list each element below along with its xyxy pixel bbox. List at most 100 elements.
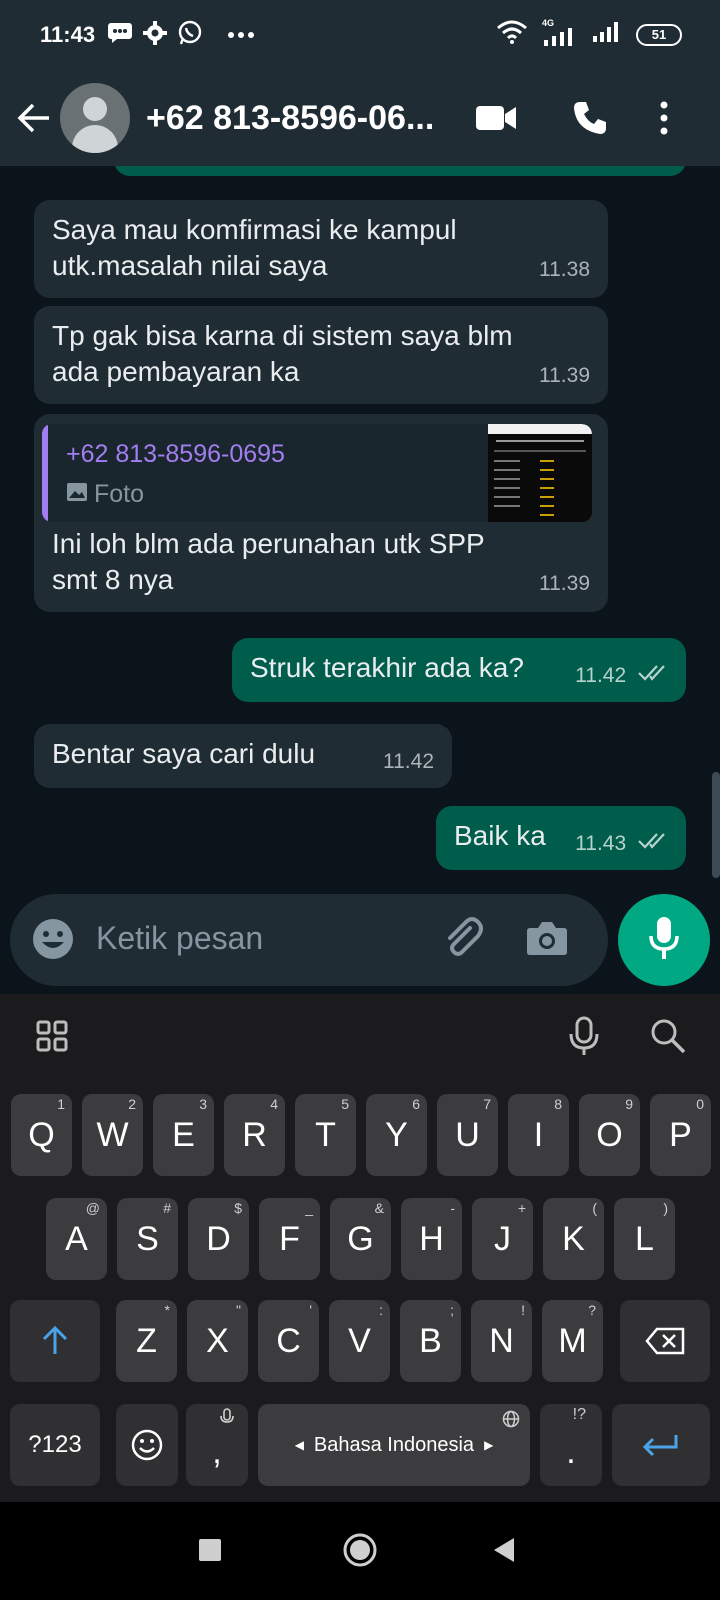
chat-area[interactable]: Saya mau komfirmasi ke kampul utk.masala… — [0, 166, 720, 886]
message-text-line: Ini loh blm ada perunahan utk SPP — [52, 528, 485, 559]
search-icon[interactable] — [650, 1018, 686, 1059]
key-hint: 6 — [412, 1096, 420, 1112]
space-left-arrow-icon: ◀ — [294, 1438, 304, 1452]
voice-call-icon[interactable] — [562, 90, 618, 146]
key-e[interactable]: E3 — [153, 1094, 214, 1176]
comma-key[interactable]: , — [186, 1404, 248, 1486]
key-hint: 5 — [341, 1096, 349, 1112]
voice-input-icon[interactable] — [568, 1016, 600, 1061]
key-y[interactable]: Y6 — [366, 1094, 427, 1176]
key-o[interactable]: O9 — [579, 1094, 640, 1176]
message-input-placeholder: Ketik pesan — [96, 920, 264, 956]
back-arrow-icon[interactable] — [12, 96, 56, 140]
message-incoming[interactable]: Tp gak bisa karna di sistem saya blm ada… — [34, 306, 608, 404]
key-label: A — [65, 1219, 88, 1258]
quoted-message[interactable]: +62 813-8596-0695 Foto — [42, 424, 592, 522]
key-label: N — [489, 1321, 514, 1360]
message-incoming[interactable]: Saya mau komfirmasi ke kampul utk.masala… — [34, 200, 608, 298]
avatar[interactable] — [60, 83, 130, 153]
contact-name[interactable]: +62 813-8596-06... — [146, 99, 446, 138]
message-incoming-reply[interactable]: +62 813-8596-0695 Foto Ini loh blm ada p… — [34, 414, 608, 612]
key-u[interactable]: U7 — [437, 1094, 498, 1176]
key-label: G — [347, 1219, 374, 1258]
key-t[interactable]: T5 — [295, 1094, 356, 1176]
backspace-key[interactable] — [620, 1300, 710, 1382]
key-label: H — [419, 1219, 444, 1258]
key-p[interactable]: P0 — [650, 1094, 711, 1176]
message-bubble-partial — [114, 166, 686, 176]
key-q[interactable]: Q1 — [11, 1094, 72, 1176]
attach-icon[interactable] — [440, 916, 484, 965]
key-z[interactable]: Z * — [116, 1300, 177, 1382]
key-f[interactable]: F _ — [259, 1198, 320, 1280]
keyboard-toolbar — [0, 994, 720, 1078]
settings-icon — [143, 20, 168, 50]
key-label: V — [348, 1321, 371, 1360]
key-label: D — [206, 1219, 231, 1258]
globe-icon — [502, 1410, 520, 1431]
key-w[interactable]: W2 — [82, 1094, 143, 1176]
key-label: Q — [28, 1115, 55, 1154]
key-k[interactable]: K( — [543, 1198, 604, 1280]
camera-icon[interactable] — [526, 920, 568, 961]
key-l[interactable]: L) — [614, 1198, 675, 1280]
key-r[interactable]: R4 — [224, 1094, 285, 1176]
period-key[interactable]: . !? — [540, 1404, 602, 1486]
shift-key[interactable] — [10, 1300, 100, 1382]
key-v[interactable]: V: — [329, 1300, 390, 1382]
voice-record-button[interactable] — [618, 894, 710, 986]
key-hint: _ — [305, 1200, 313, 1216]
message-text-line: Tp gak bisa karna di sistem saya blm — [52, 320, 513, 351]
key-label: L — [635, 1219, 654, 1258]
key-d[interactable]: D $ — [188, 1198, 249, 1280]
key-n[interactable]: N! — [471, 1300, 532, 1382]
key-hint: ( — [592, 1200, 597, 1216]
key-hint: @ — [85, 1200, 100, 1216]
message-outgoing[interactable]: Struk terakhir ada ka? 11.42 — [232, 638, 686, 702]
key-a[interactable]: A @ — [46, 1198, 107, 1280]
message-incoming[interactable]: Bentar saya cari dulu 11.42 — [34, 724, 452, 788]
key-label: M — [558, 1321, 587, 1360]
message-time: 11.43 — [575, 832, 627, 855]
quoted-type-label: Foto — [94, 480, 145, 508]
back-nav-icon[interactable] — [492, 1536, 516, 1569]
message-outgoing[interactable]: Baik ka 11.43 — [436, 806, 686, 870]
symbols-key[interactable]: ?123 — [10, 1404, 100, 1486]
key-h[interactable]: H- — [401, 1198, 462, 1280]
enter-key[interactable] — [612, 1404, 710, 1486]
period-key-label: . — [566, 1432, 576, 1471]
emoji-icon[interactable] — [32, 918, 74, 965]
status-time: 11:43 — [40, 22, 96, 47]
recents-icon[interactable] — [198, 1538, 222, 1567]
key-m[interactable]: M? — [542, 1300, 603, 1382]
key-c[interactable]: C ' — [258, 1300, 319, 1382]
key-j[interactable]: J + — [472, 1198, 533, 1280]
key-label: F — [279, 1219, 300, 1258]
key-label: X — [206, 1321, 229, 1360]
key-label: R — [242, 1115, 267, 1154]
key-label: Z — [136, 1321, 157, 1360]
key-hint: 2 — [128, 1096, 136, 1112]
video-call-icon[interactable] — [468, 90, 524, 146]
key-s[interactable]: S # — [117, 1198, 178, 1280]
quoted-photo-thumbnail — [488, 424, 592, 522]
message-time: 11.38 — [539, 258, 590, 281]
key-hint: + — [517, 1200, 526, 1216]
battery-icon: 51 — [636, 23, 682, 46]
key-x[interactable]: X " — [187, 1300, 248, 1382]
space-key[interactable]: ◀ Bahasa Indonesia ▶ — [258, 1404, 530, 1486]
scrollbar[interactable] — [712, 772, 720, 878]
menu-kebab-icon[interactable] — [636, 90, 692, 146]
key-i[interactable]: I8 — [508, 1094, 569, 1176]
keyboard: Q1W2E3R4T5Y6U7I8O9P0 A @ S # D $ F _ G & H - J + K(L) … — [0, 994, 720, 1502]
emoji-key[interactable] — [116, 1404, 178, 1486]
message-input[interactable]: Ketik pesan — [10, 894, 608, 986]
key-label: P — [669, 1115, 692, 1154]
message-text-line: utk.masalah nilai saya — [52, 250, 328, 281]
apps-grid-icon[interactable] — [36, 1020, 68, 1057]
home-icon[interactable] — [342, 1532, 378, 1573]
key-g[interactable]: G & — [330, 1198, 391, 1280]
space-key-language: Bahasa Indonesia — [313, 1433, 475, 1456]
key-b[interactable]: B; — [400, 1300, 461, 1382]
key-label: E — [172, 1115, 195, 1154]
